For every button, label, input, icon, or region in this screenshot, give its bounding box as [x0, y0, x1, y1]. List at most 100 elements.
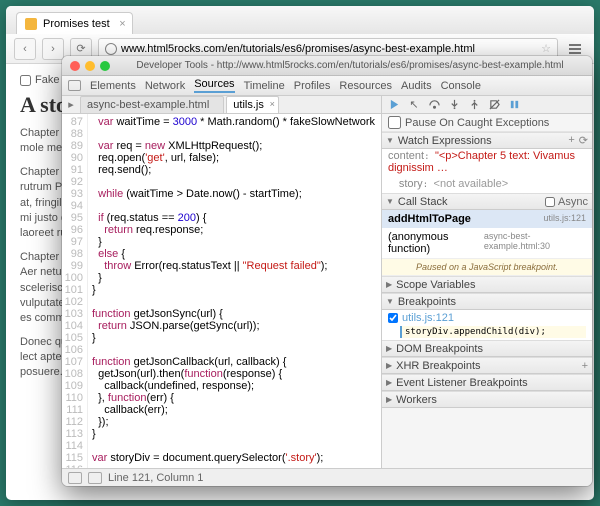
devtools-titlebar: Developer Tools - http://www.html5rocks.…: [62, 56, 592, 76]
breakpoint-location: utils.js:121: [402, 312, 454, 324]
triangle-down-icon: ▼: [386, 197, 394, 206]
back-button[interactable]: ‹: [14, 38, 36, 60]
section-breakpoints[interactable]: ▼ Breakpoints: [382, 293, 592, 310]
file-tab-utils[interactable]: utils.js ×: [226, 96, 279, 113]
code-editor[interactable]: 87 88 89 90 91 92 93 94 95 96 97 98 99 1…: [62, 114, 381, 468]
section-title: Watch Expressions: [398, 135, 492, 147]
triangle-right-icon: ▶: [386, 361, 392, 370]
stack-frame[interactable]: (anonymous function) async-best-example.…: [382, 228, 592, 258]
file-tab-label: async-best-example.html: [87, 99, 209, 111]
watch-value: <not available>: [434, 178, 509, 190]
resume-button[interactable]: [388, 99, 400, 111]
frame-name: (anonymous function): [388, 231, 484, 255]
section-dom-breakpoints[interactable]: ▶ DOM Breakpoints: [382, 340, 592, 357]
window-minimize-button[interactable]: [85, 61, 95, 71]
debugger-toolbar: ↖: [382, 96, 592, 114]
section-event-listener-breakpoints[interactable]: ▶ Event Listener Breakpoints: [382, 374, 592, 391]
pause-reason-note: Paused on a JavaScript breakpoint.: [382, 258, 592, 276]
watch-body: content: "<p>Chapter 5 text: Vivamus dig…: [382, 149, 592, 193]
pause-on-caught-checkbox[interactable]: Pause On Caught Exceptions: [382, 114, 592, 132]
tab-title: Promises test: [43, 18, 110, 30]
watch-item[interactable]: story: <not available>: [382, 177, 592, 193]
tab-sources[interactable]: Sources: [194, 78, 234, 93]
bookmark-star-icon[interactable]: ☆: [541, 42, 551, 55]
refresh-watch-button[interactable]: ⟳: [579, 134, 588, 147]
cursor-icon: ↖: [408, 99, 420, 111]
tab-network[interactable]: Network: [145, 80, 185, 92]
section-title: Workers: [396, 394, 437, 406]
add-xhr-breakpoint-button[interactable]: +: [582, 360, 588, 372]
favicon-icon: [25, 18, 37, 30]
file-tab-bar: ▸ async-best-example.html utils.js ×: [62, 96, 381, 114]
devtools-body: ▸ async-best-example.html utils.js × 87 8…: [62, 96, 592, 468]
file-tab-html[interactable]: async-best-example.html: [80, 96, 224, 113]
show-console-button[interactable]: [68, 472, 82, 484]
devtools-window: Developer Tools - http://www.html5rocks.…: [62, 56, 592, 486]
navigator-toggle-button[interactable]: ▸: [64, 98, 78, 111]
deactivate-breakpoints-button[interactable]: [488, 99, 500, 111]
breakpoint-item[interactable]: utils.js:121: [382, 310, 592, 326]
triangle-down-icon: ▼: [386, 297, 394, 306]
frame-name: addHtmlToPage: [388, 213, 471, 225]
inspect-element-button[interactable]: [68, 80, 81, 91]
window-zoom-button[interactable]: [100, 61, 110, 71]
breakpoints-body: utils.js:121 storyDiv.appendChild(div);: [382, 310, 592, 340]
devtools-title: Developer Tools - http://www.html5rocks.…: [116, 60, 584, 71]
tab-elements[interactable]: Elements: [90, 80, 136, 92]
section-title: Scope Variables: [396, 279, 475, 291]
pause-on-caught-label: Pause On Caught Exceptions: [405, 117, 549, 129]
file-tab-label: utils.js: [233, 99, 264, 111]
stack-frame[interactable]: addHtmlToPage utils.js:121: [382, 210, 592, 228]
section-workers[interactable]: ▶ Workers: [382, 391, 592, 408]
tab-audits[interactable]: Audits: [401, 80, 432, 92]
triangle-right-icon: ▶: [386, 395, 392, 404]
pause-on-exceptions-button[interactable]: [508, 99, 520, 111]
cursor-position: Line 121, Column 1: [108, 472, 203, 484]
section-title: Call Stack: [398, 196, 448, 208]
forward-button[interactable]: ›: [42, 38, 64, 60]
close-icon[interactable]: ×: [270, 99, 275, 109]
step-out-button[interactable]: [468, 99, 480, 111]
devtools-tab-bar: Elements Network Sources Timeline Profil…: [62, 76, 592, 96]
url-input[interactable]: [121, 43, 537, 55]
tab-resources[interactable]: Resources: [339, 80, 392, 92]
window-traffic-lights: [70, 61, 110, 71]
tab-console[interactable]: Console: [441, 80, 481, 92]
watch-item[interactable]: content: "<p>Chapter 5 text: Vivamus dig…: [382, 149, 592, 177]
section-scope-variables[interactable]: ▶ Scope Variables: [382, 276, 592, 293]
close-icon[interactable]: ×: [119, 18, 125, 30]
watch-expr: content: [388, 150, 424, 162]
section-xhr-breakpoints[interactable]: ▶ XHR Breakpoints +: [382, 357, 592, 374]
code-lines: var waitTime = 3000 * Math.random() * fa…: [88, 114, 381, 468]
watch-expr: story: [399, 178, 423, 190]
section-watch-expressions[interactable]: ▼ Watch Expressions + ⟳: [382, 132, 592, 149]
triangle-right-icon: ▶: [386, 344, 392, 353]
section-title: XHR Breakpoints: [396, 360, 480, 372]
frame-location: utils.js:121: [543, 213, 586, 225]
section-title: Breakpoints: [398, 296, 456, 308]
triangle-down-icon: ▼: [386, 136, 394, 145]
browser-tab[interactable]: Promises test ×: [16, 12, 133, 34]
section-call-stack[interactable]: ▼ Call Stack Async: [382, 193, 592, 210]
section-title: DOM Breakpoints: [396, 343, 483, 355]
tab-profiles[interactable]: Profiles: [294, 80, 331, 92]
globe-icon: [105, 43, 117, 55]
devtools-statusbar: Line 121, Column 1: [62, 468, 592, 486]
statusbar-button[interactable]: [88, 472, 102, 484]
browser-tab-strip: Promises test ×: [6, 6, 594, 34]
sources-pane: ▸ async-best-example.html utils.js × 87 8…: [62, 96, 382, 468]
breakpoint-checkbox[interactable]: [388, 313, 398, 323]
async-checkbox[interactable]: Async: [545, 196, 588, 208]
tab-timeline[interactable]: Timeline: [244, 80, 285, 92]
section-title: Event Listener Breakpoints: [396, 377, 527, 389]
line-gutter[interactable]: 87 88 89 90 91 92 93 94 95 96 97 98 99 1…: [62, 114, 88, 468]
step-into-button[interactable]: [448, 99, 460, 111]
add-watch-button[interactable]: +: [568, 134, 574, 147]
window-close-button[interactable]: [70, 61, 80, 71]
triangle-right-icon: ▶: [386, 280, 392, 289]
breakpoint-code: storyDiv.appendChild(div);: [400, 326, 586, 338]
step-over-button[interactable]: [428, 99, 440, 111]
frame-location: async-best-example.html:30: [484, 231, 586, 255]
triangle-right-icon: ▶: [386, 378, 392, 387]
async-label-text: Async: [558, 196, 588, 208]
